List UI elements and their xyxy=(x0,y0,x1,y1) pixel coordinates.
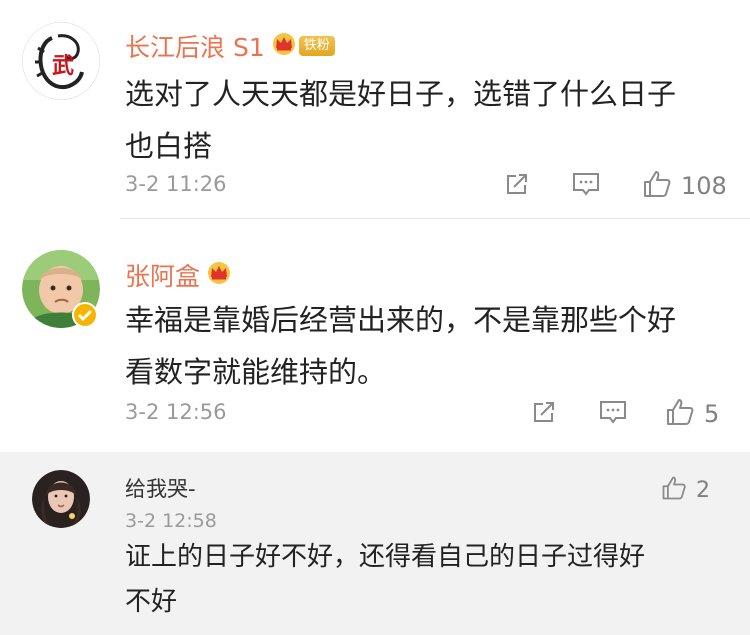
comment-text: 选对了人天天都是好日子，选错了什么日子 也白搭 xyxy=(125,68,725,172)
comment-time: 3-2 11:26 xyxy=(125,172,227,196)
comment-text-line: 看数字就能维持的。 xyxy=(125,355,387,389)
thumbs-up-icon[interactable] xyxy=(660,474,688,506)
comment-time: 3-2 12:56 xyxy=(125,400,227,424)
reply-time: 3-2 12:58 xyxy=(125,510,217,532)
crown-icon xyxy=(271,31,297,61)
reply-text-line: 不好 xyxy=(125,587,178,617)
comment-actions: 5 xyxy=(530,396,719,432)
like-count: 5 xyxy=(704,400,720,428)
repost-icon[interactable] xyxy=(503,170,531,202)
avatar[interactable] xyxy=(32,470,90,528)
comment-icon[interactable] xyxy=(598,398,628,430)
reply-text-line: 证上的日子好不好，还得看自己的日子过得好 xyxy=(125,542,646,572)
like-count: 2 xyxy=(696,477,710,503)
reply-username[interactable]: 给我哭- xyxy=(125,473,196,503)
thumbs-up-icon[interactable] xyxy=(664,396,696,432)
reply-like[interactable]: 2 xyxy=(660,474,710,506)
crown-icon xyxy=(206,260,232,290)
comment-text: 幸福是靠婚后经营出来的，不是靠那些个好 看数字就能维持的。 xyxy=(125,294,725,398)
username-text[interactable]: 张阿盒 xyxy=(125,257,200,293)
comment-actions: 108 xyxy=(503,168,727,204)
fan-badge: 铁粉 xyxy=(298,36,335,56)
comment-icon[interactable] xyxy=(571,170,601,202)
divider xyxy=(120,218,750,219)
comment-text-line: 幸福是靠婚后经营出来的，不是靠那些个好 xyxy=(125,303,677,337)
username-text[interactable]: 长江后浪 S1 xyxy=(125,28,265,64)
username[interactable]: 张阿盒 xyxy=(125,257,232,293)
svg-text:武: 武 xyxy=(52,54,74,79)
avatar[interactable]: 武 xyxy=(22,22,100,100)
dragon-avatar-image: 武 xyxy=(22,22,100,100)
comment-text-line: 选对了人天天都是好日子，选错了什么日子 xyxy=(125,77,677,111)
thumbs-up-icon[interactable] xyxy=(641,168,673,204)
repost-icon[interactable] xyxy=(530,398,558,430)
verified-badge-icon xyxy=(72,302,98,332)
username[interactable]: 长江后浪 S1 铁粉 xyxy=(125,28,335,64)
woman-avatar-image xyxy=(32,470,90,528)
comment-text-line: 也白搭 xyxy=(125,129,213,163)
comment-item: 武 长江后浪 S1 铁粉 选对了人天天都是好日子，选错了什么日子 也白搭 3-2… xyxy=(0,0,750,218)
like-count: 108 xyxy=(681,172,727,200)
reply-text: 证上的日子好不好，还得看自己的日子过得好 不好 xyxy=(125,535,725,625)
